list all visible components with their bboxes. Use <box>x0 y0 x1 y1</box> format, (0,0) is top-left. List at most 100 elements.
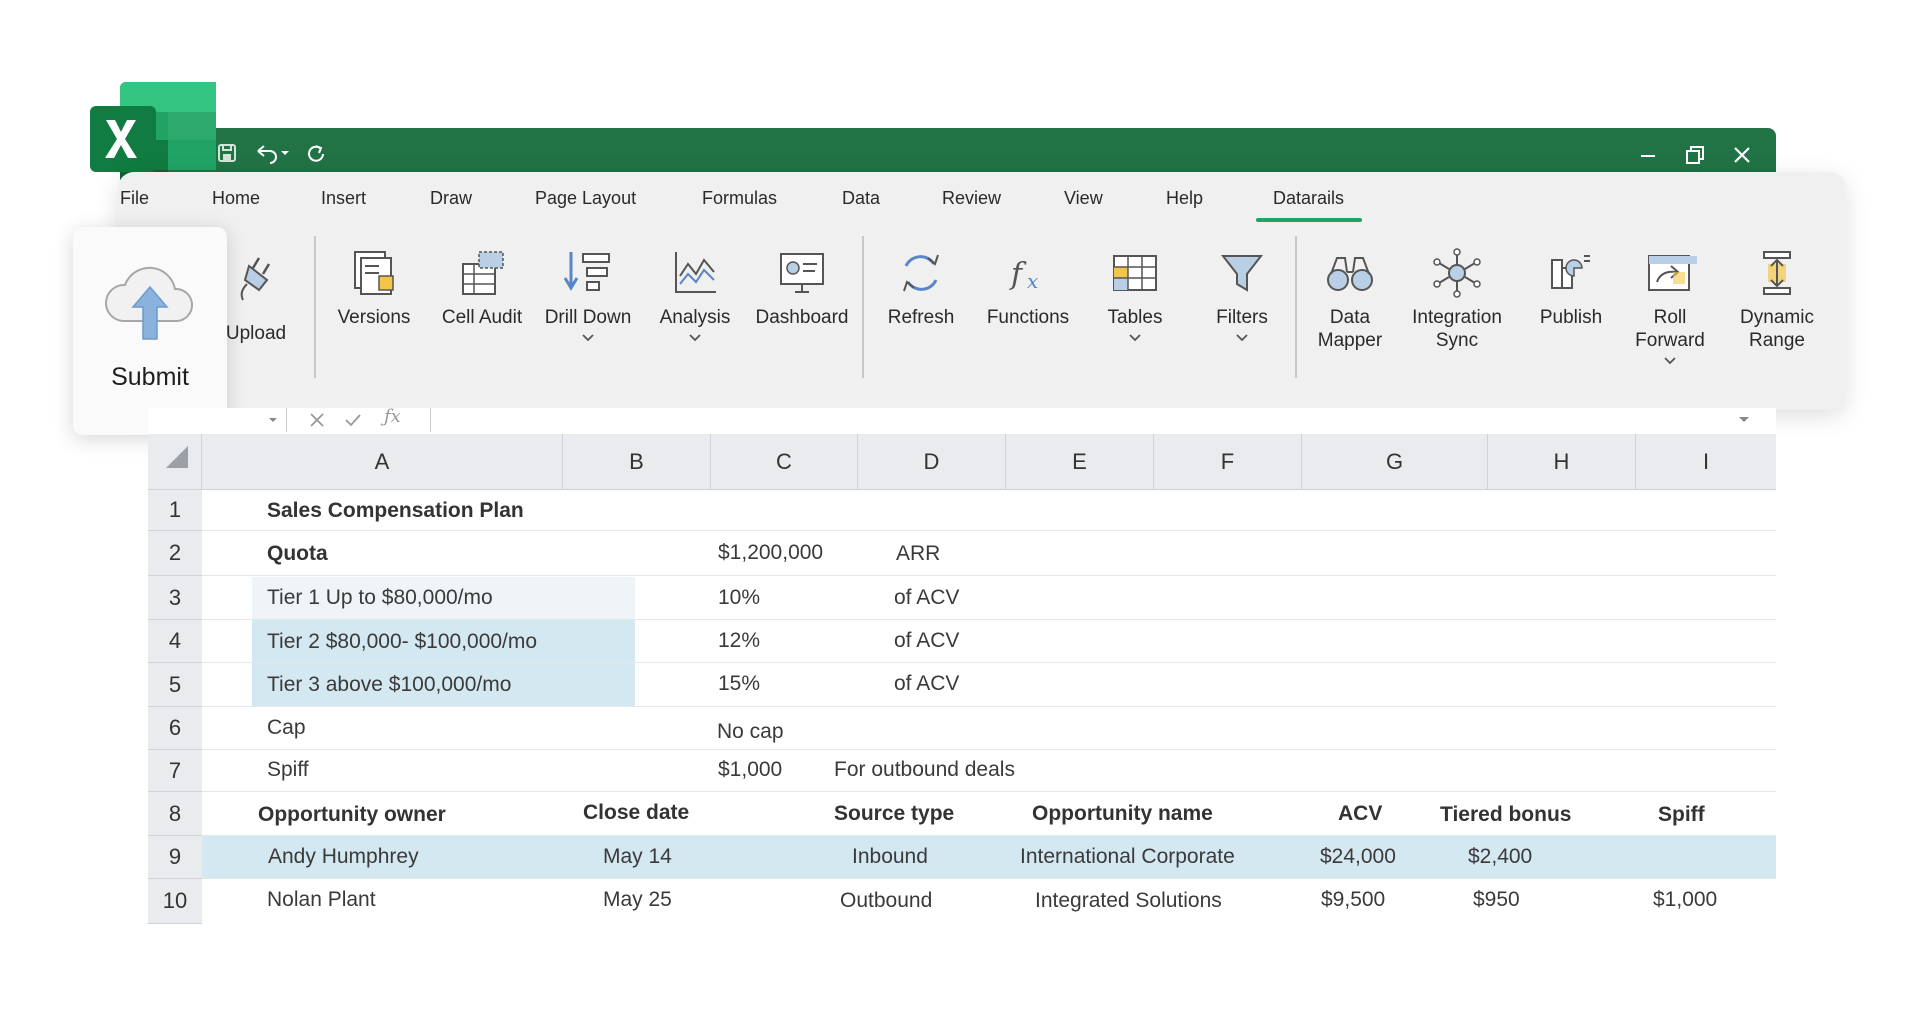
insert-function-icon[interactable]: ƒx <box>384 406 401 427</box>
row-header-5[interactable]: 5 <box>148 663 202 707</box>
tab-datarails[interactable]: Datarails <box>1273 188 1344 209</box>
header-close-date[interactable]: Close date <box>583 801 689 825</box>
header-opportunity-name[interactable]: Opportunity name <box>1032 802 1213 826</box>
refresh-button[interactable]: Refresh <box>869 246 973 329</box>
restore-icon[interactable] <box>1684 144 1706 166</box>
header-opportunity-owner[interactable]: Opportunity owner <box>258 803 446 827</box>
dashboard-icon <box>780 253 824 293</box>
column-header-g[interactable]: G <box>1302 434 1488 490</box>
cell-source-type[interactable]: Inbound <box>852 845 928 869</box>
roll-forward-button[interactable]: Roll Forward <box>1618 246 1722 366</box>
header-spiff[interactable]: Spiff <box>1658 803 1705 827</box>
tab-draw[interactable]: Draw <box>430 188 472 209</box>
functions-button[interactable]: f x Functions <box>976 246 1080 329</box>
cell-close-date[interactable]: May 25 <box>603 888 672 912</box>
drill-down-button[interactable]: Drill Down <box>536 246 640 343</box>
header-tiered-bonus[interactable]: Tiered bonus <box>1440 803 1571 827</box>
upload-label: Upload <box>225 323 287 344</box>
tab-insert[interactable]: Insert <box>321 188 366 209</box>
cell-audit-button[interactable]: Cell Audit <box>430 246 534 329</box>
versions-button[interactable]: Versions <box>322 246 426 329</box>
tab-page-layout[interactable]: Page Layout <box>535 188 636 209</box>
tab-review[interactable]: Review <box>942 188 1001 209</box>
integration-sync-label: Integration Sync <box>1412 307 1502 351</box>
cell-close-date[interactable]: May 14 <box>603 845 672 869</box>
redo-icon[interactable] <box>304 142 326 164</box>
cell-c3[interactable]: 10% <box>718 586 760 610</box>
cell-owner[interactable]: Nolan Plant <box>267 888 376 912</box>
tab-data[interactable]: Data <box>842 188 880 209</box>
column-header-i[interactable]: I <box>1636 434 1776 490</box>
dynamic-range-button[interactable]: Dynamic Range <box>1725 246 1829 352</box>
cell-spiff[interactable]: $1,000 <box>1653 888 1717 912</box>
header-source-type[interactable]: Source type <box>834 802 954 826</box>
cell-c5[interactable]: 15% <box>718 672 760 696</box>
row-header-9[interactable]: 9 <box>148 836 202 879</box>
cell-d7[interactable]: For outbound deals <box>834 758 1015 782</box>
cell-acv[interactable]: $24,000 <box>1320 845 1396 869</box>
undo-icon[interactable] <box>254 142 290 164</box>
cell-source-type[interactable]: Outbound <box>840 889 932 913</box>
expand-formula-bar-icon[interactable] <box>1738 416 1750 424</box>
column-header-h[interactable]: H <box>1488 434 1636 490</box>
column-header-c[interactable]: C <box>711 434 858 490</box>
analysis-button[interactable]: Analysis <box>643 246 747 343</box>
tab-formulas[interactable]: Formulas <box>702 188 777 209</box>
row-header-6[interactable]: 6 <box>148 707 202 750</box>
column-header-e[interactable]: E <box>1006 434 1154 490</box>
cell-acv[interactable]: $9,500 <box>1321 888 1385 912</box>
upload-button[interactable]: Upload <box>204 250 308 345</box>
row-gridline <box>202 706 1776 707</box>
cell-tiered-bonus[interactable]: $950 <box>1473 888 1520 912</box>
cell-a1[interactable]: Sales Compensation Plan <box>267 499 524 523</box>
row-header-8[interactable]: 8 <box>148 792 202 836</box>
cell-c7[interactable]: $1,000 <box>718 758 782 782</box>
cell-owner[interactable]: Andy Humphrey <box>268 845 419 869</box>
cell-a7[interactable]: Spiff <box>267 758 309 782</box>
dashboard-button[interactable]: Dashboard <box>750 246 854 329</box>
publish-button[interactable]: Publish <box>1519 246 1623 329</box>
cell-a3[interactable]: Tier 1 Up to $80,000/mo <box>267 586 493 610</box>
cell-d2[interactable]: ARR <box>896 542 940 566</box>
column-header-a[interactable]: A <box>202 434 563 490</box>
tables-button[interactable]: Tables <box>1083 246 1187 343</box>
row-header-3[interactable]: 3 <box>148 576 202 620</box>
confirm-entry-icon[interactable] <box>344 412 362 428</box>
column-header-b[interactable]: B <box>563 434 711 490</box>
row-header-1[interactable]: 1 <box>148 490 202 531</box>
cell-d5[interactable]: of ACV <box>894 672 959 696</box>
name-box-dropdown-icon[interactable] <box>268 416 278 424</box>
cell-c6[interactable]: No cap <box>717 720 784 744</box>
tab-view[interactable]: View <box>1064 188 1103 209</box>
header-acv[interactable]: ACV <box>1338 802 1382 826</box>
drill-down-label: Drill Down <box>544 307 632 328</box>
tab-file[interactable]: File <box>120 188 149 209</box>
cell-c4[interactable]: 12% <box>718 629 760 653</box>
minimize-icon[interactable] <box>1637 144 1659 166</box>
select-all-corner[interactable] <box>148 434 202 490</box>
cell-tiered-bonus[interactable]: $2,400 <box>1468 845 1532 869</box>
cell-a4[interactable]: Tier 2 $80,000- $100,000/mo <box>267 630 537 654</box>
tab-home[interactable]: Home <box>212 188 260 209</box>
row-header-7[interactable]: 7 <box>148 750 202 792</box>
row-header-10[interactable]: 10 <box>148 879 202 924</box>
column-header-d[interactable]: D <box>858 434 1006 490</box>
data-mapper-button[interactable]: Data Mapper <box>1298 246 1402 352</box>
filters-button[interactable]: Filters <box>1190 246 1294 343</box>
cell-a5[interactable]: Tier 3 above $100,000/mo <box>267 673 511 697</box>
integration-sync-button[interactable]: Integration Sync <box>1404 246 1510 352</box>
cell-a6[interactable]: Cap <box>267 716 306 740</box>
cell-opportunity-name[interactable]: International Corporate <box>1020 845 1235 869</box>
row-header-4[interactable]: 4 <box>148 620 202 663</box>
cell-a2[interactable]: Quota <box>267 542 328 566</box>
row-header-2[interactable]: 2 <box>148 531 202 576</box>
cell-d3[interactable]: of ACV <box>894 586 959 610</box>
cancel-entry-icon[interactable] <box>308 412 326 428</box>
network-hub-icon <box>1433 248 1481 298</box>
tab-help[interactable]: Help <box>1166 188 1203 209</box>
close-icon[interactable] <box>1731 144 1753 166</box>
cell-d4[interactable]: of ACV <box>894 629 959 653</box>
cell-opportunity-name[interactable]: Integrated Solutions <box>1035 889 1222 913</box>
column-header-f[interactable]: F <box>1154 434 1302 490</box>
cell-c2[interactable]: $1,200,000 <box>718 541 823 565</box>
